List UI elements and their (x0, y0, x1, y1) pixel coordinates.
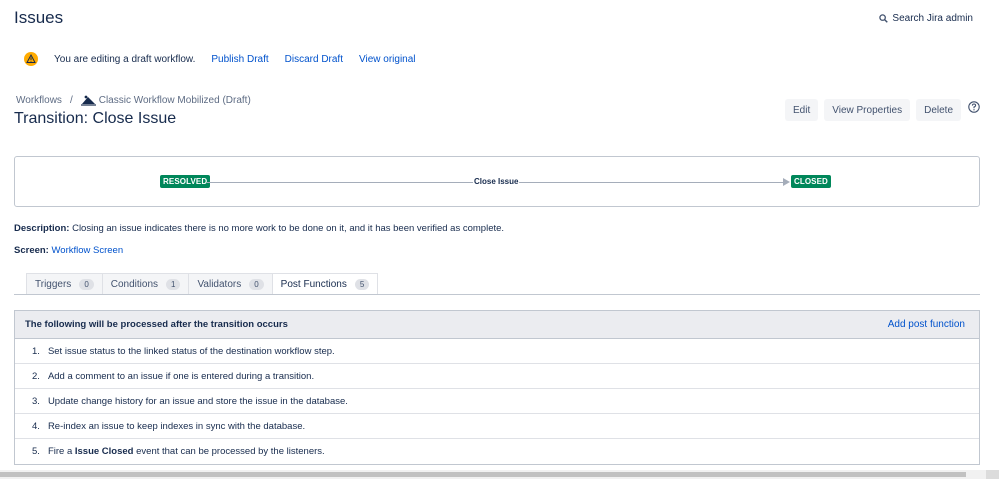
search-label: Search Jira admin (892, 13, 973, 24)
workflow-icon (80, 95, 96, 106)
help-icon[interactable] (968, 101, 980, 113)
tab-label: Post Functions (280, 278, 347, 290)
draft-workflow-banner: You are editing a draft workflow. Publis… (24, 52, 416, 66)
tab-count-badge: 0 (79, 278, 94, 290)
tab-post-functions[interactable]: Post Functions 5 (271, 273, 379, 295)
row-number: 4. (32, 420, 40, 432)
breadcrumb: Workflows / Classic Workflow Mobilized (… (16, 95, 251, 106)
tab-label: Conditions (110, 278, 159, 290)
tabs-divider (14, 294, 980, 295)
view-properties-button[interactable]: View Properties (824, 99, 911, 121)
warning-icon (24, 52, 38, 66)
transition-line-end (519, 182, 787, 183)
row-number: 3. (32, 395, 40, 407)
row-text: Update change history for an issue and s… (47, 395, 348, 407)
workflow-screen-link[interactable]: Workflow Screen (52, 245, 124, 256)
row-text: Re-index an issue to keep indexes in syn… (47, 420, 306, 432)
transition-description: Description: Closing an issue indicates … (14, 223, 504, 234)
add-post-function-link[interactable]: Add post function (888, 319, 965, 330)
row-number: 2. (32, 370, 40, 382)
event-name: Issue Closed (74, 446, 134, 457)
to-status-lozenge: CLOSED (791, 175, 831, 188)
from-status-lozenge: RESOLVED (160, 175, 211, 188)
breadcrumb-workflow-name[interactable]: Classic Workflow Mobilized (Draft) (99, 95, 251, 106)
row-text-pre: Fire a (47, 446, 75, 457)
view-original-link[interactable]: View original (359, 54, 416, 65)
scrollbar-thumb[interactable] (0, 472, 966, 477)
tab-triggers[interactable]: Triggers 0 (26, 273, 102, 295)
description-text: Closing an issue indicates there is no m… (72, 223, 505, 234)
breadcrumb-workflows[interactable]: Workflows (16, 95, 62, 106)
delete-button[interactable]: Delete (916, 99, 961, 121)
search-jira-admin[interactable]: Search Jira admin (879, 13, 973, 24)
scrollbar-corner (986, 470, 999, 479)
transition-tabs: Triggers 0 Conditions 1 Validators 0 Pos… (26, 273, 379, 295)
transition-actions: Edit View Properties Delete (785, 99, 961, 121)
page-title: Transition: Close Issue (14, 110, 177, 127)
publish-draft-link[interactable]: Publish Draft (211, 54, 268, 65)
post-functions-title: The following will be processed after th… (25, 319, 288, 330)
draft-message: You are editing a draft workflow. (54, 53, 196, 65)
tab-validators[interactable]: Validators 0 (188, 273, 272, 295)
post-function-row[interactable]: 2. Add a comment to an issue if one is e… (15, 364, 979, 389)
tab-label: Validators (197, 278, 242, 290)
edit-button[interactable]: Edit (785, 99, 819, 121)
transition-line-start (207, 182, 473, 183)
post-function-row[interactable]: 5. Fire a Issue Closed event that can be… (15, 439, 979, 464)
transition-screen: Screen: Workflow Screen (14, 245, 123, 256)
row-number: 5. (32, 446, 40, 457)
page-header-title: Issues (14, 8, 64, 27)
post-function-row[interactable]: 3. Update change history for an issue an… (15, 389, 979, 414)
horizontal-scrollbar[interactable] (0, 470, 999, 479)
row-text: Add a comment to an issue if one is ente… (47, 370, 315, 382)
post-functions-header: The following will be processed after th… (15, 311, 979, 339)
transition-arrow-icon (783, 178, 790, 186)
description-label: Description: (14, 223, 70, 234)
row-text-post: event that can be processed by the liste… (133, 446, 325, 457)
tab-count-badge: 0 (249, 278, 264, 290)
tab-count-badge: 5 (354, 278, 370, 290)
row-text: Set issue status to the linked status of… (47, 345, 335, 357)
post-functions-table: The following will be processed after th… (14, 310, 980, 465)
tab-count-badge: 1 (166, 278, 181, 290)
transition-name: Close Issue (474, 177, 519, 186)
tab-label: Triggers (35, 278, 72, 290)
tab-conditions[interactable]: Conditions 1 (101, 273, 189, 295)
discard-draft-link[interactable]: Discard Draft (285, 54, 343, 65)
transition-diagram: RESOLVED Close Issue CLOSED (14, 156, 980, 207)
screen-label: Screen: (14, 245, 49, 256)
breadcrumb-separator: / (69, 95, 73, 106)
post-function-row[interactable]: 4. Re-index an issue to keep indexes in … (15, 414, 979, 439)
row-number: 1. (32, 345, 40, 357)
post-function-row[interactable]: 1. Set issue status to the linked status… (15, 339, 979, 364)
search-icon (879, 14, 889, 23)
